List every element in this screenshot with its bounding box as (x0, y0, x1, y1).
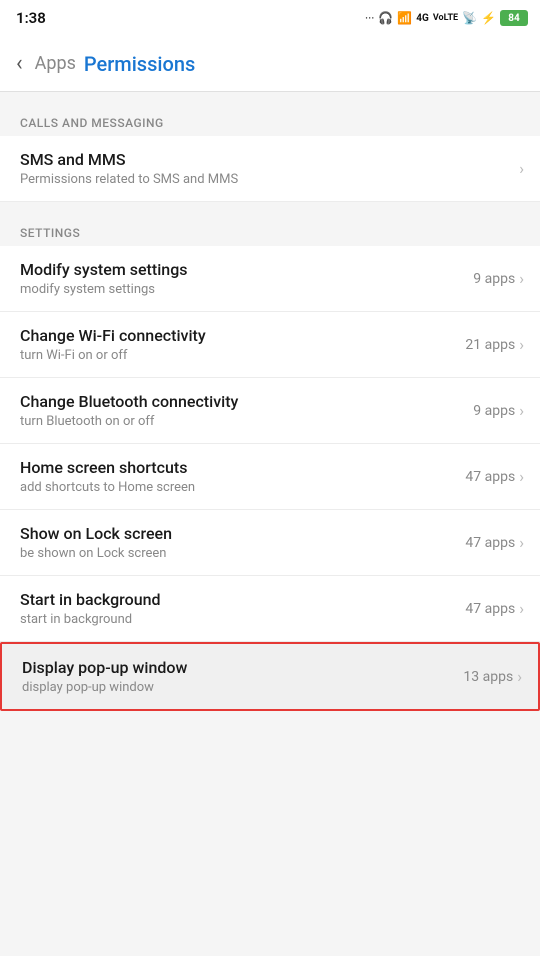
list-item-right-sms-mms: › (519, 159, 524, 178)
list-item-count-modify-system-settings: 9 apps (473, 271, 515, 287)
chevron-icon-change-wifi: › (519, 335, 524, 354)
nav-permissions-label: Permissions (84, 52, 195, 76)
dots-icon: ··· (365, 11, 374, 25)
list-item-title-sms-mms: SMS and MMS (20, 150, 519, 169)
list-item-title-change-bluetooth: Change Bluetooth connectivity (20, 392, 473, 411)
spacer-calls-messaging (0, 92, 540, 102)
chevron-icon-start-background: › (519, 599, 524, 618)
list-item-right-display-popup: 13 apps› (463, 667, 522, 686)
list-calls-messaging: SMS and MMS Permissions related to SMS an… (0, 136, 540, 202)
list-item-left-modify-system-settings: Modify system settings modify system sett… (20, 260, 473, 297)
list-item-right-modify-system-settings: 9 apps› (473, 269, 524, 288)
list-item-change-wifi[interactable]: Change Wi-Fi connectivity turn Wi-Fi on o… (0, 312, 540, 378)
list-item-count-change-wifi: 21 apps (465, 337, 515, 353)
chevron-icon-display-popup: › (517, 667, 522, 686)
list-item-title-show-lock-screen: Show on Lock screen (20, 524, 465, 543)
signal-icon: 📶 (397, 11, 412, 25)
list-item-start-background[interactable]: Start in background start in background47… (0, 576, 540, 642)
spacer-settings (0, 202, 540, 212)
back-button[interactable]: ‹ (16, 53, 23, 75)
chevron-icon-show-lock-screen: › (519, 533, 524, 552)
list-item-left-sms-mms: SMS and MMS Permissions related to SMS an… (20, 150, 519, 187)
list-item-subtitle-sms-mms: Permissions related to SMS and MMS (20, 172, 519, 187)
list-item-subtitle-change-bluetooth: turn Bluetooth on or off (20, 414, 473, 429)
list-item-title-modify-system-settings: Modify system settings (20, 260, 473, 279)
list-item-subtitle-change-wifi: turn Wi-Fi on or off (20, 348, 465, 363)
list-item-sms-mms[interactable]: SMS and MMS Permissions related to SMS an… (0, 136, 540, 202)
headphone-icon: 🎧 (378, 11, 393, 25)
chevron-icon-modify-system-settings: › (519, 269, 524, 288)
list-item-left-home-screen-shortcuts: Home screen shortcuts add shortcuts to Ho… (20, 458, 465, 495)
list-item-subtitle-show-lock-screen: be shown on Lock screen (20, 546, 465, 561)
list-item-right-home-screen-shortcuts: 47 apps› (465, 467, 524, 486)
list-item-count-change-bluetooth: 9 apps (473, 403, 515, 419)
section-header-calls-messaging: CALLS AND MESSAGING (0, 102, 540, 136)
charging-icon: ⚡ (481, 11, 496, 25)
list-settings: Modify system settings modify system sett… (0, 246, 540, 711)
list-item-title-home-screen-shortcuts: Home screen shortcuts (20, 458, 465, 477)
list-item-left-display-popup: Display pop-up window display pop-up wind… (22, 658, 463, 695)
list-item-title-start-background: Start in background (20, 590, 465, 609)
list-item-display-popup[interactable]: Display pop-up window display pop-up wind… (0, 642, 540, 711)
list-item-title-change-wifi: Change Wi-Fi connectivity (20, 326, 465, 345)
wifi-icon: 📡 (462, 11, 477, 25)
nav-bar: ‹ Apps Permissions (0, 36, 540, 92)
status-time: 1:38 (16, 9, 46, 27)
list-item-right-start-background: 47 apps› (465, 599, 524, 618)
list-item-subtitle-display-popup: display pop-up window (22, 680, 463, 695)
list-item-left-start-background: Start in background start in background (20, 590, 465, 627)
list-item-count-home-screen-shortcuts: 47 apps (465, 469, 515, 485)
list-item-count-show-lock-screen: 47 apps (465, 535, 515, 551)
chevron-icon-sms-mms: › (519, 159, 524, 178)
volte-icon: VoLTE (433, 13, 458, 23)
list-item-title-display-popup: Display pop-up window (22, 658, 463, 677)
list-item-right-show-lock-screen: 47 apps› (465, 533, 524, 552)
list-item-left-change-wifi: Change Wi-Fi connectivity turn Wi-Fi on o… (20, 326, 465, 363)
battery-level: 84 (500, 10, 528, 26)
chevron-icon-home-screen-shortcuts: › (519, 467, 524, 486)
list-item-subtitle-modify-system-settings: modify system settings (20, 282, 473, 297)
list-item-right-change-bluetooth: 9 apps› (473, 401, 524, 420)
nav-apps-label: Apps (35, 53, 76, 74)
content: CALLS AND MESSAGING SMS and MMS Permission… (0, 92, 540, 711)
list-item-subtitle-start-background: start in background (20, 612, 465, 627)
list-item-subtitle-home-screen-shortcuts: add shortcuts to Home screen (20, 480, 465, 495)
list-item-home-screen-shortcuts[interactable]: Home screen shortcuts add shortcuts to Ho… (0, 444, 540, 510)
list-item-left-show-lock-screen: Show on Lock screen be shown on Lock scre… (20, 524, 465, 561)
list-item-show-lock-screen[interactable]: Show on Lock screen be shown on Lock scre… (0, 510, 540, 576)
status-bar: 1:38 ··· 🎧 📶 4G VoLTE 📡 ⚡ 84 (0, 0, 540, 36)
list-item-right-change-wifi: 21 apps› (465, 335, 524, 354)
section-header-settings: SETTINGS (0, 212, 540, 246)
4g-icon: 4G (416, 13, 429, 24)
list-item-count-start-background: 47 apps (465, 601, 515, 617)
list-item-change-bluetooth[interactable]: Change Bluetooth connectivity turn Blueto… (0, 378, 540, 444)
list-item-left-change-bluetooth: Change Bluetooth connectivity turn Blueto… (20, 392, 473, 429)
list-item-modify-system-settings[interactable]: Modify system settings modify system sett… (0, 246, 540, 312)
status-icons: ··· 🎧 📶 4G VoLTE 📡 ⚡ 84 (365, 10, 528, 26)
list-item-count-display-popup: 13 apps (463, 669, 513, 685)
chevron-icon-change-bluetooth: › (519, 401, 524, 420)
